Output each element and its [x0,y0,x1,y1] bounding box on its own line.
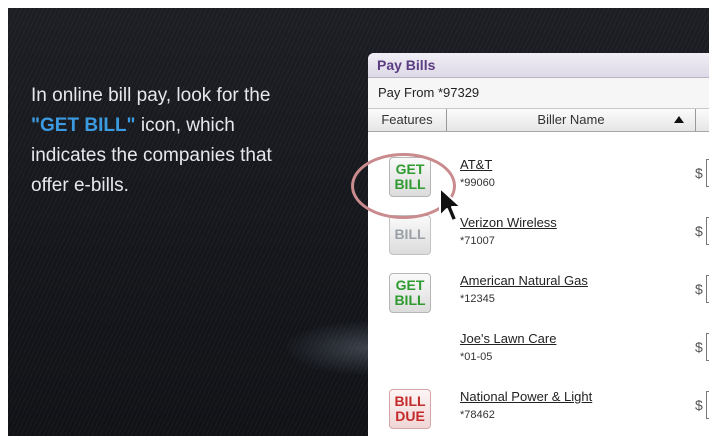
caption-line-3: indicates the companies that [31,145,272,166]
caption-line-1: In online bill pay, look for the [31,85,271,106]
biller-row: Joe's Lawn Care *01-05 $ [368,331,709,389]
currency-symbol: $ [695,397,703,413]
column-header-row: Features Biller Name [368,109,709,132]
pay-bills-panel: Pay Bills Pay From *97329 Features Bille… [368,53,709,436]
background-frame: In online bill pay, look for the "GET BI… [8,8,709,436]
biller-row: BILL Verizon Wireless *71007 $ [368,215,709,273]
biller-account: *71007 [460,235,495,247]
column-header-features[interactable]: Features [368,109,447,131]
bill-due-icon[interactable]: BILL DUE [389,389,431,429]
pay-from-account[interactable]: Pay From *97329 [368,78,709,109]
biller-account: *78462 [460,409,495,421]
panel-title: Pay Bills [377,57,436,73]
biller-account: *01-05 [460,351,493,363]
badge-line-1: GET [395,277,425,293]
biller-name-link[interactable]: Verizon Wireless [460,215,557,230]
mouse-pointer-icon [439,187,462,222]
caption-line-2-rest: icon, which [135,115,235,136]
instruction-caption: In online bill pay, look for the "GET BI… [31,81,361,201]
caption-line-2: "GET BILL" icon, which [31,111,361,141]
biller-account: *99060 [460,177,495,189]
biller-row: GET BILL American Natural Gas *12345 $ [368,273,709,331]
badge-line-1: BILL [394,226,426,242]
biller-name-link[interactable]: American Natural Gas [460,273,588,288]
currency-symbol: $ [695,339,703,355]
column-header-biller-name[interactable]: Biller Name [447,109,696,131]
currency-symbol: $ [695,281,703,297]
biller-account: *12345 [460,293,495,305]
pay-bills-titlebar: Pay Bills [368,53,709,78]
badge-line-1: BILL [394,393,426,409]
get-bill-highlight-text: "GET BILL" [31,115,136,136]
currency-symbol: $ [695,165,703,181]
column-header-biller-name-label: Biller Name [537,112,605,127]
bill-icon[interactable]: BILL [389,215,431,255]
biller-row: BILL DUE National Power & Light *78462 $ [368,389,709,436]
biller-name-link[interactable]: AT&T [460,157,492,172]
badge-line-2: DUE [395,408,425,424]
currency-symbol: $ [695,223,703,239]
biller-name-link[interactable]: Joe's Lawn Care [460,331,556,346]
get-bill-icon[interactable]: GET BILL [389,273,431,313]
sort-ascending-icon[interactable] [674,116,684,123]
badge-line-2: BILL [394,292,426,308]
caption-line-4: offer e-bills. [31,175,129,196]
biller-name-link[interactable]: National Power & Light [460,389,592,404]
